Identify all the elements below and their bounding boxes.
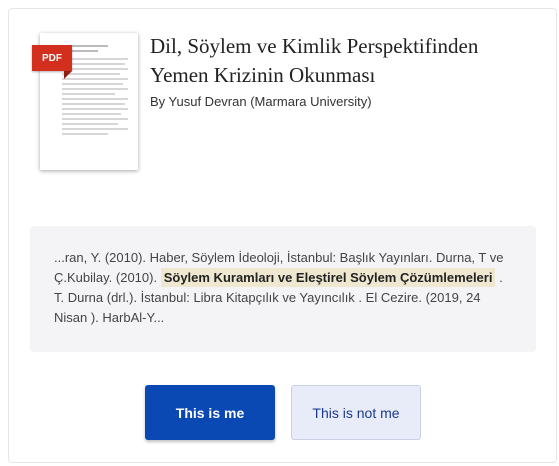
pdf-badge-fold <box>64 71 72 79</box>
paper-title[interactable]: Dil, Söylem ve Kimlik Perspektifinden Ye… <box>150 32 530 90</box>
this-is-me-button[interactable]: This is me <box>145 385 275 440</box>
pdf-icon: PDF <box>32 45 72 71</box>
search-snippet: ...ran, Y. (2010). Haber, Söylem İdeoloj… <box>30 226 536 352</box>
snippet-highlight: Söylem Kuramları ve Eleştirel Söylem Çöz… <box>160 268 496 287</box>
paper-byline: By Yusuf Devran (Marmara University) <box>150 94 372 109</box>
pdf-badge-label: PDF <box>42 52 62 64</box>
this-is-not-me-button[interactable]: This is not me <box>291 385 421 440</box>
